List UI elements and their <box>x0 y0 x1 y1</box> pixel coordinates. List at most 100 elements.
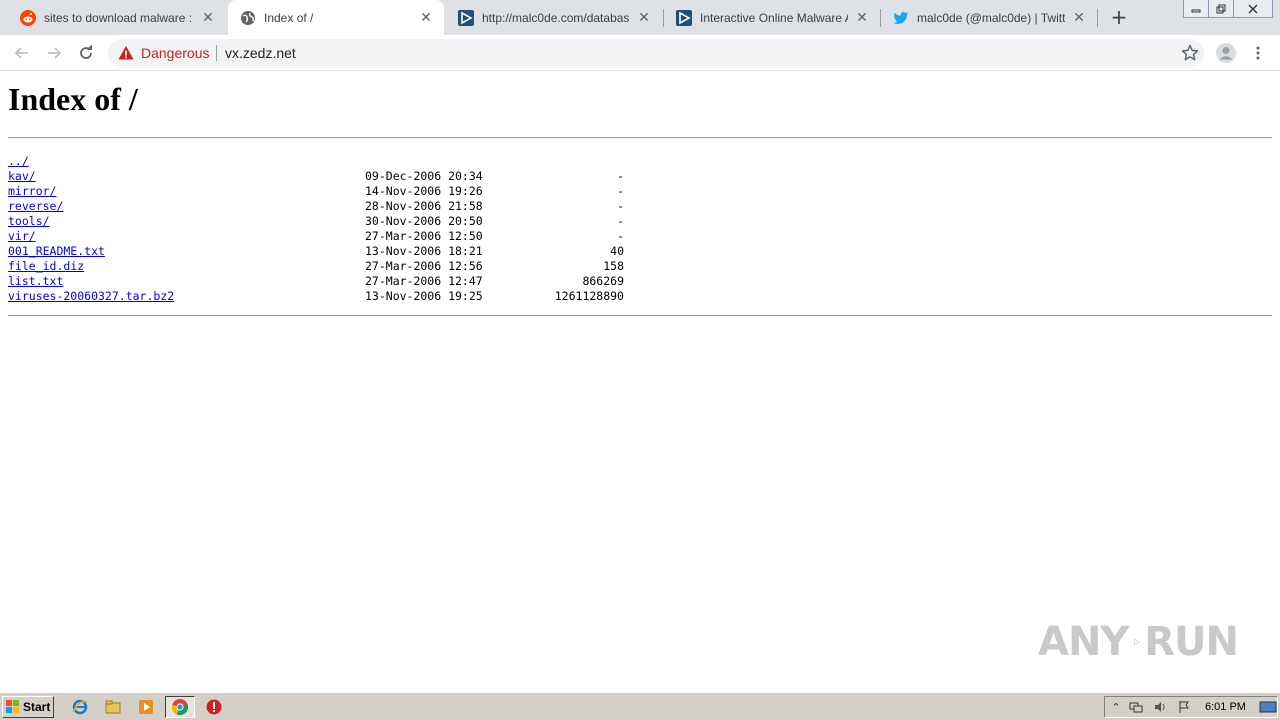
anyrun-icon <box>458 9 474 26</box>
tab-malc0de-database[interactable]: http://malc0de.com/database/ | ✕ <box>446 0 662 35</box>
file-date: 27-Mar-2006 12:47 <box>365 274 483 288</box>
page-content: Index of / ../ kav/ 09-Dec-2006 20:34 - … <box>0 72 1280 692</box>
tab-strip: sites to download malware : Mal ✕ Index … <box>0 0 1280 35</box>
file-link[interactable]: vir/ <box>8 229 36 244</box>
chrome-icon <box>170 697 190 717</box>
volume-icon[interactable] <box>1153 700 1167 714</box>
chevron-up-icon[interactable]: ⌃ <box>1109 700 1123 714</box>
new-tab-button[interactable]: + <box>1108 6 1130 28</box>
minimize-button[interactable] <box>1183 0 1209 18</box>
file-link[interactable]: file_id.diz <box>8 259 84 274</box>
windows-logo-icon <box>6 700 19 713</box>
arrow-right-icon <box>48 47 62 59</box>
tab-twitter[interactable]: malc0de (@malc0de) | Twitter ✕ <box>881 0 1097 35</box>
bookmark-star-icon[interactable] <box>1180 43 1200 63</box>
file-date: 27-Mar-2006 12:56 <box>365 259 483 273</box>
tab-title: malc0de (@malc0de) | Twitter <box>917 10 1065 25</box>
file-size: 40 <box>610 244 624 258</box>
warning-icon[interactable] <box>118 45 134 61</box>
restore-button[interactable] <box>1208 0 1234 18</box>
menu-button[interactable] <box>1246 41 1270 65</box>
tab-anyrun[interactable]: Interactive Online Malware Anal ✕ <box>664 0 880 35</box>
file-size: 158 <box>603 259 624 273</box>
browser-toolbar: Dangerous vx.zedz.net <box>0 35 1280 71</box>
file-link[interactable]: reverse/ <box>8 199 63 214</box>
file-size: - <box>617 229 624 243</box>
media-player-icon[interactable] <box>136 697 156 717</box>
file-size: - <box>617 199 624 213</box>
taskbar-clock[interactable]: 6:01 PM <box>1205 701 1246 713</box>
action-center-flag-icon[interactable] <box>1177 700 1191 714</box>
stop-icon[interactable] <box>204 697 224 717</box>
arrow-left-icon <box>14 47 28 59</box>
list-item: mirror/ 14-Nov-2006 19:26 - <box>8 184 708 199</box>
twitter-icon <box>893 10 909 26</box>
forward-button[interactable] <box>42 41 66 65</box>
anyrun-icon <box>676 9 692 26</box>
file-date: 13-Nov-2006 18:21 <box>365 244 483 258</box>
tab-reddit[interactable]: sites to download malware : Mal ✕ <box>8 0 226 35</box>
anyrun-watermark: ANY RUN <box>1038 612 1239 672</box>
watermark-text: RUN <box>1144 619 1239 665</box>
list-item: ../ <box>8 154 708 169</box>
file-size: - <box>617 184 624 198</box>
file-date: 13-Nov-2006 19:25 <box>365 289 483 303</box>
list-item: kav/ 09-Dec-2006 20:34 - <box>8 169 708 184</box>
file-link[interactable]: tools/ <box>8 214 50 229</box>
file-size: 866269 <box>582 274 624 288</box>
file-link[interactable]: kav/ <box>8 169 36 184</box>
play-logo-icon <box>1134 638 1141 646</box>
file-date: 09-Dec-2006 20:34 <box>365 169 483 183</box>
tab-separator <box>1097 9 1098 27</box>
close-icon[interactable]: ✕ <box>1071 10 1087 26</box>
file-explorer-icon[interactable] <box>103 697 123 717</box>
address-bar[interactable]: Dangerous vx.zedz.net <box>108 39 1204 67</box>
tab-title: Interactive Online Malware Anal <box>700 10 848 25</box>
start-label: Start <box>23 700 51 714</box>
profile-avatar[interactable] <box>1214 41 1238 65</box>
list-item: file_id.diz 27-Mar-2006 12:56 158 <box>8 259 708 274</box>
file-date: 28-Nov-2006 21:58 <box>365 199 483 213</box>
file-date: 30-Nov-2006 20:50 <box>365 214 483 228</box>
file-link[interactable]: 001_README.txt <box>8 244 105 259</box>
list-item: reverse/ 28-Nov-2006 21:58 - <box>8 199 708 214</box>
file-size: 1261128890 <box>554 289 624 303</box>
close-window-button[interactable] <box>1233 0 1273 18</box>
tab-title: Index of / <box>264 10 314 25</box>
reload-button[interactable] <box>74 41 98 65</box>
divider <box>8 137 1272 139</box>
security-status-label[interactable]: Dangerous <box>141 45 210 61</box>
list-item: vir/ 27-Mar-2006 12:50 - <box>8 229 708 244</box>
list-item: tools/ 30-Nov-2006 20:50 - <box>8 214 708 229</box>
page-title: Index of / <box>8 81 138 117</box>
tab-index[interactable]: Index of / ✕ <box>228 0 444 35</box>
reddit-icon <box>20 9 36 26</box>
network-icon[interactable] <box>1129 700 1143 714</box>
list-item: viruses-20060327.tar.bz2 13-Nov-2006 19:… <box>8 289 708 304</box>
list-item: 001_README.txt 13-Nov-2006 18:21 40 <box>8 244 708 259</box>
file-size: - <box>617 169 624 183</box>
internet-explorer-icon[interactable] <box>70 697 90 717</box>
tab-title: sites to download malware : Mal <box>44 10 194 25</box>
omnibox-divider <box>216 45 217 61</box>
close-icon[interactable]: ✕ <box>418 10 434 26</box>
file-link[interactable]: viruses-20060327.tar.bz2 <box>8 289 174 304</box>
show-desktop-icon[interactable] <box>1259 700 1277 714</box>
parent-directory-link[interactable]: ../ <box>8 154 29 169</box>
file-link[interactable]: mirror/ <box>8 184 56 199</box>
file-date: 14-Nov-2006 19:26 <box>365 184 483 198</box>
close-icon[interactable]: ✕ <box>854 10 870 26</box>
taskbar: Start ⌃ 6:01 PM <box>0 692 1280 720</box>
globe-icon <box>240 10 256 26</box>
file-link[interactable]: list.txt <box>8 274 63 289</box>
watermark-text: ANY <box>1038 619 1129 665</box>
file-date: 27-Mar-2006 12:50 <box>365 229 483 243</box>
url-text[interactable]: vx.zedz.net <box>225 45 296 61</box>
close-icon[interactable]: ✕ <box>636 10 652 26</box>
file-size: - <box>617 214 624 228</box>
back-button[interactable] <box>10 41 34 65</box>
close-icon[interactable]: ✕ <box>200 10 216 26</box>
reload-icon <box>80 45 92 59</box>
account-icon <box>1216 43 1236 63</box>
start-button[interactable]: Start <box>2 696 54 718</box>
